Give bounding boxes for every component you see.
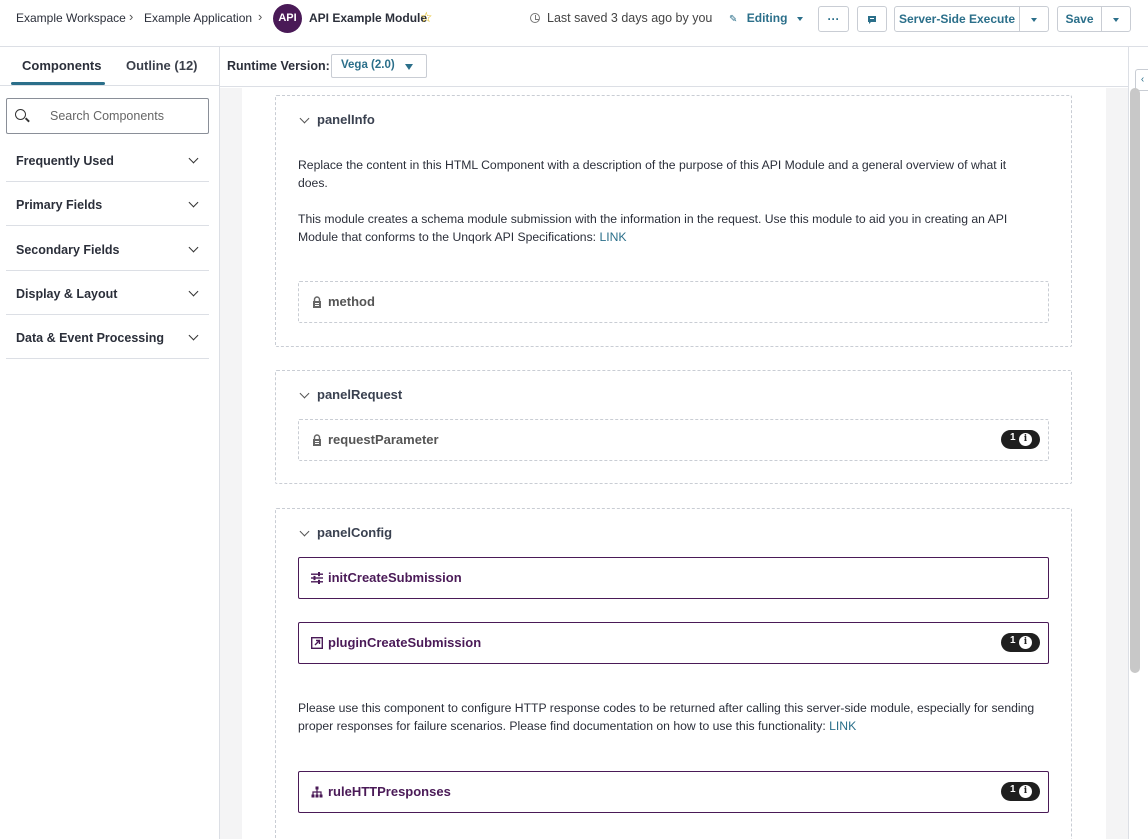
component-key: method xyxy=(328,294,375,309)
save-button[interactable]: Save xyxy=(1057,6,1102,32)
group-label: Secondary Fields xyxy=(16,243,120,257)
chevron-down-icon xyxy=(188,286,199,297)
module-type-badge: API xyxy=(273,4,302,33)
hidden-component-request-parameter[interactable]: requestParameter 1 i xyxy=(298,419,1049,461)
group-secondary-fields[interactable]: Secondary Fields xyxy=(6,227,209,271)
info-icon: i xyxy=(1019,636,1032,649)
group-label: Primary Fields xyxy=(16,198,103,212)
chevron-down-icon xyxy=(188,330,199,341)
search-icon xyxy=(15,109,26,120)
panel-request[interactable]: panelRequest requestParameter 1 i xyxy=(275,370,1072,484)
html-description-spec: This module creates a schema module subm… xyxy=(298,210,1038,246)
chevron-down-icon xyxy=(188,153,199,164)
comments-button[interactable] xyxy=(857,6,887,32)
decisions-component[interactable]: ruleHTTPresponses 1 i xyxy=(298,771,1049,813)
hierarchy-icon xyxy=(311,786,323,798)
group-data-event-processing[interactable]: Data & Event Processing xyxy=(6,315,209,359)
top-bar: Example Workspace › Example Application … xyxy=(0,0,1148,47)
panel-title: panelRequest xyxy=(317,387,403,402)
info-icon: i xyxy=(1019,785,1032,798)
info-count-badge[interactable]: 1 i xyxy=(1001,633,1040,652)
mode-dropdown[interactable]: ✎ Editing xyxy=(729,11,803,25)
chevron-left-icon: ‹ xyxy=(1140,74,1145,85)
description-text: This module creates a schema module subm… xyxy=(298,212,1008,244)
search-components-field[interactable]: Search Components xyxy=(6,98,209,134)
info-count-badge[interactable]: 1 i xyxy=(1001,782,1040,801)
builder-canvas: panelInfo Replace the content in this HT… xyxy=(220,88,1128,839)
badge-count: 1 xyxy=(1010,432,1016,443)
clock-icon xyxy=(530,13,540,23)
module-stage: panelInfo Replace the content in this HT… xyxy=(242,88,1106,839)
server-side-execute-dropdown[interactable] xyxy=(1019,6,1049,32)
chevron-down-icon[interactable] xyxy=(299,113,310,124)
chevron-down-icon xyxy=(796,16,803,21)
info-icon: i xyxy=(1019,433,1032,446)
pencil-icon: ✎ xyxy=(729,14,738,25)
server-side-execute-button[interactable]: Server-Side Execute xyxy=(894,6,1020,32)
module-title: API Example Module xyxy=(309,11,428,25)
component-key: ruleHTTPresponses xyxy=(328,784,451,799)
chevron-down-icon[interactable] xyxy=(299,526,310,537)
group-label: Display & Layout xyxy=(16,287,118,301)
caret-down-icon xyxy=(405,64,413,70)
chevron-down-icon xyxy=(188,197,199,208)
external-link-icon xyxy=(311,637,323,649)
initializer-component[interactable]: initCreateSubmission xyxy=(298,557,1049,599)
group-display-layout[interactable]: Display & Layout xyxy=(6,271,209,315)
runtime-bar: Runtime Version: Vega (2.0) xyxy=(220,47,1128,87)
lock-icon xyxy=(313,296,321,308)
chevron-down-icon xyxy=(1031,17,1037,22)
runtime-label: Runtime Version: xyxy=(227,59,330,73)
plugin-component[interactable]: pluginCreateSubmission 1 i xyxy=(298,622,1049,664)
group-frequently-used[interactable]: Frequently Used xyxy=(6,138,209,182)
html-response-codes-note: Please use this component to configure H… xyxy=(298,699,1043,735)
mode-label: Editing xyxy=(746,11,788,25)
chevron-right-icon: › xyxy=(129,9,134,24)
documentation-link[interactable]: LINK xyxy=(829,719,856,733)
chevron-down-icon[interactable] xyxy=(299,388,310,399)
panel-title: panelConfig xyxy=(317,525,393,540)
badge-count: 1 xyxy=(1010,784,1016,795)
canvas-scrollbar[interactable] xyxy=(1130,88,1140,673)
chevron-right-icon: › xyxy=(258,9,263,24)
runtime-version-select[interactable]: Vega (2.0) xyxy=(331,54,427,78)
runtime-value: Vega (2.0) xyxy=(341,59,395,71)
ellipsis-icon: ··· xyxy=(827,12,840,26)
badge-count: 1 xyxy=(1010,635,1016,646)
divider xyxy=(0,85,219,86)
group-label: Data & Event Processing xyxy=(16,331,164,345)
tab-components[interactable]: Components xyxy=(22,58,101,73)
sliders-icon xyxy=(311,572,323,584)
component-key: requestParameter xyxy=(328,432,439,447)
chevron-down-icon xyxy=(1113,17,1119,22)
note-text: Please use this component to configure H… xyxy=(298,701,1035,733)
component-key: pluginCreateSubmission xyxy=(328,635,482,650)
panel-config[interactable]: panelConfig initCreateSubmission pluginC… xyxy=(275,508,1072,839)
breadcrumb-application[interactable]: Example Application xyxy=(144,11,252,25)
html-description: Replace the content in this HTML Compone… xyxy=(298,158,1007,190)
chevron-down-icon xyxy=(188,242,199,253)
last-saved-text: Last saved 3 days ago by you xyxy=(547,11,713,25)
breadcrumb-workspace[interactable]: Example Workspace xyxy=(16,11,126,25)
save-options-dropdown[interactable] xyxy=(1101,6,1131,32)
group-primary-fields[interactable]: Primary Fields xyxy=(6,182,209,226)
info-count-badge[interactable]: 1 i xyxy=(1001,430,1040,449)
component-sidebar: Components Outline (12) Search Component… xyxy=(0,47,220,839)
more-options-button[interactable]: ··· xyxy=(818,6,849,32)
comment-icon xyxy=(868,15,876,24)
spec-link[interactable]: LINK xyxy=(599,230,626,244)
panel-title: panelInfo xyxy=(317,112,375,127)
search-input[interactable]: Search Components xyxy=(50,109,164,123)
hidden-component-method[interactable]: method xyxy=(298,281,1049,323)
group-label: Frequently Used xyxy=(16,154,114,168)
lock-icon xyxy=(313,434,321,446)
tab-outline[interactable]: Outline (12) xyxy=(126,58,198,73)
component-key: initCreateSubmission xyxy=(328,570,462,585)
favorite-star-icon[interactable]: ☆ xyxy=(420,9,433,26)
panel-info[interactable]: panelInfo Replace the content in this HT… xyxy=(275,95,1072,347)
